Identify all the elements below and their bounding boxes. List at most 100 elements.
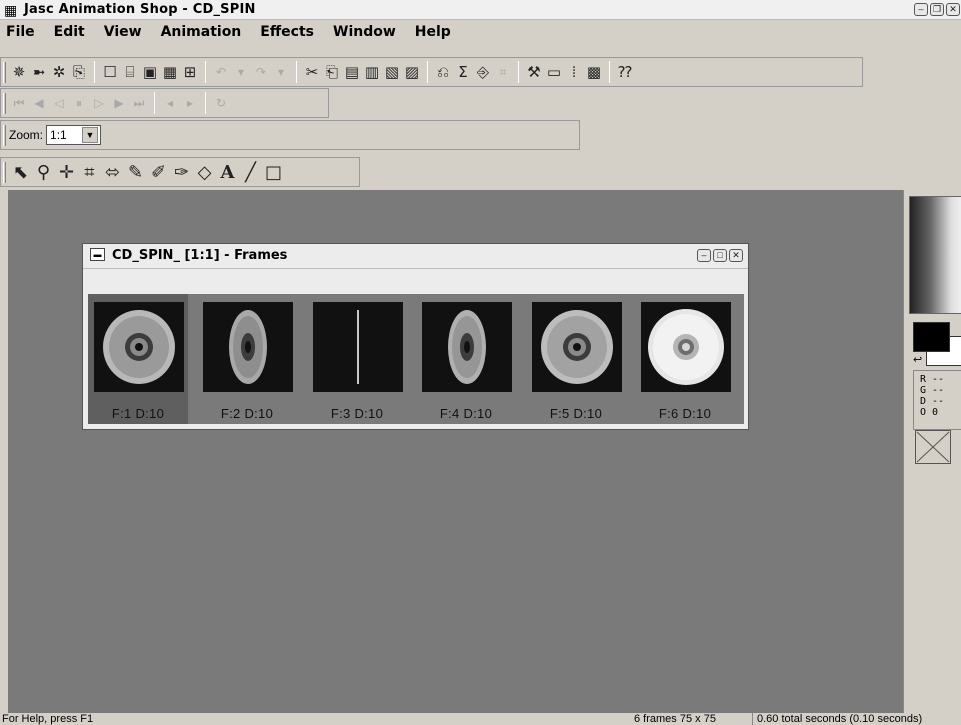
frame-label: F:5 D:10 xyxy=(549,406,603,421)
paste-before-icon[interactable]: ▧ xyxy=(382,61,402,83)
frame-bar-icon[interactable]: ▭ xyxy=(544,61,564,83)
context-help-icon[interactable]: ⁇ xyxy=(615,61,635,83)
toolbar-grip[interactable] xyxy=(3,125,6,146)
frame-6[interactable]: F:6 D:10 xyxy=(635,294,735,424)
frames-window-titlebar[interactable]: ▬ CD_SPIN_ [1:1] - Frames – □ ✕ xyxy=(83,244,748,269)
optimization-wizard-icon[interactable]: ✲ xyxy=(49,61,69,83)
save-icon[interactable]: ▣ xyxy=(140,61,160,83)
sigma-icon[interactable]: Σ xyxy=(453,61,473,83)
frames-window[interactable]: ▬ CD_SPIN_ [1:1] - Frames – □ ✕ F:1 D:10 xyxy=(82,243,749,430)
cd-disc-icon xyxy=(229,310,267,384)
browse-icon[interactable]: ⎘ xyxy=(69,61,89,83)
frame-3[interactable]: F:3 D:10 xyxy=(307,294,407,424)
toolbar-separator xyxy=(205,92,206,114)
frame-1[interactable]: F:1 D:10 xyxy=(88,294,188,424)
cd-disc-icon xyxy=(103,310,175,384)
loop-icon[interactable]: ↻ xyxy=(211,92,231,114)
frame-properties-icon[interactable]: ⎌ xyxy=(433,61,453,83)
last-frame-icon[interactable]: ⏭ xyxy=(129,92,149,114)
menu-view[interactable]: View xyxy=(104,24,142,40)
frame-4[interactable]: F:4 D:10 xyxy=(416,294,516,424)
frame-label: F:4 D:10 xyxy=(439,406,493,421)
play-backward-icon[interactable]: ◁ xyxy=(49,92,69,114)
save-frames-icon[interactable]: ▦ xyxy=(160,61,180,83)
previous-frame-icon[interactable]: ◀ xyxy=(29,92,49,114)
undo-icon[interactable]: ↶ xyxy=(211,61,231,83)
copy-icon[interactable]: ⎗ xyxy=(322,61,342,83)
paintbrush-tool-icon[interactable]: ✐ xyxy=(147,161,170,183)
insert-frames-icon[interactable]: ⎆ xyxy=(473,61,493,83)
pause-icon[interactable]: ⏸ xyxy=(69,92,89,114)
paste-new-icon[interactable]: ▥ xyxy=(362,61,382,83)
mover-tool-icon[interactable]: ✛ xyxy=(55,161,78,183)
tools-icon[interactable]: ⚒ xyxy=(524,61,544,83)
play-icon[interactable]: ▷ xyxy=(89,92,109,114)
rgb-line: D -- xyxy=(920,396,945,407)
no-color-swatch[interactable] xyxy=(915,430,951,464)
open-file-icon[interactable]: ⌸ xyxy=(120,61,140,83)
menu-window[interactable]: Window xyxy=(333,24,396,40)
frames-strip: F:1 D:10 F:2 D:10 F:3 D:10 F:4 D:10 F:5 … xyxy=(88,294,744,424)
document-icon[interactable]: ▬ xyxy=(90,248,105,261)
zoom-value: 1:1 xyxy=(50,128,67,142)
step-back-icon[interactable]: ◂ xyxy=(160,92,180,114)
frame-5[interactable]: F:5 D:10 xyxy=(526,294,626,424)
vcr-toolbar-icon[interactable]: ⦙ xyxy=(564,61,584,83)
eraser-tool-icon[interactable]: ✑ xyxy=(170,161,193,183)
minimize-button[interactable]: – xyxy=(697,249,711,262)
menu-bar: File Edit View Animation Effects Window … xyxy=(0,21,961,43)
crop-tool-icon[interactable]: ⌗ xyxy=(78,161,101,183)
redo-dropdown-icon[interactable]: ▾ xyxy=(271,61,291,83)
selection-tool-icon[interactable]: ⬄ xyxy=(101,161,124,183)
redo-icon[interactable]: ↷ xyxy=(251,61,271,83)
film-strip-icon[interactable]: ▩ xyxy=(584,61,604,83)
maximize-button[interactable]: □ xyxy=(713,249,727,262)
color-picker-preview[interactable] xyxy=(909,196,961,314)
swap-colors-icon[interactable]: ↩ xyxy=(913,353,922,366)
first-frame-icon[interactable]: ⏮ xyxy=(9,92,29,114)
undo-dropdown-icon[interactable]: ▾ xyxy=(231,61,251,83)
menu-edit[interactable]: Edit xyxy=(54,24,85,40)
zoom-tool-icon[interactable]: ⚲ xyxy=(32,161,55,183)
menu-file[interactable]: File xyxy=(6,24,35,40)
toolbar-grip[interactable] xyxy=(3,93,6,114)
restore-button[interactable]: ❐ xyxy=(930,3,944,16)
step-forward-icon[interactable]: ▸ xyxy=(180,92,200,114)
cut-icon[interactable]: ✂ xyxy=(302,61,322,83)
text-tool-icon[interactable]: A xyxy=(216,161,239,183)
menu-animation[interactable]: Animation xyxy=(161,24,242,40)
new-file-icon[interactable]: ☐ xyxy=(100,61,120,83)
disabled-tool-icon[interactable]: ⌗ xyxy=(493,61,513,83)
frame-thumbnail xyxy=(641,302,731,392)
frame-2[interactable]: F:2 D:10 xyxy=(197,294,297,424)
paste-after-icon[interactable]: ▨ xyxy=(402,61,422,83)
frame-thumbnail xyxy=(203,302,293,392)
frame-label: F:2 D:10 xyxy=(220,406,274,421)
paste-icon[interactable]: ▤ xyxy=(342,61,362,83)
frame-label: F:6 D:10 xyxy=(658,406,712,421)
status-bar: For Help, press F1 6 frames 75 x 75 0.60… xyxy=(0,713,961,725)
next-frame-icon[interactable]: ▶ xyxy=(109,92,129,114)
toolbar-grip[interactable] xyxy=(3,62,6,83)
chevron-down-icon[interactable]: ▼ xyxy=(82,127,99,143)
banner-wizard-icon[interactable]: ➼ xyxy=(29,61,49,83)
app-icon[interactable]: ▦ xyxy=(4,2,17,18)
close-button[interactable]: ✕ xyxy=(946,3,960,16)
toolbar-grip[interactable] xyxy=(3,162,6,183)
menu-effects[interactable]: Effects xyxy=(260,24,314,40)
foreground-color-swatch[interactable] xyxy=(913,322,950,352)
close-button[interactable]: ✕ xyxy=(729,249,743,262)
window-title: Jasc Animation Shop - CD_SPIN xyxy=(24,2,256,17)
menu-help[interactable]: Help xyxy=(415,24,451,40)
frame-thumbnail xyxy=(313,302,403,392)
line-tool-icon[interactable]: ╱ xyxy=(239,161,262,183)
minimize-button[interactable]: – xyxy=(914,3,928,16)
fill-tool-icon[interactable]: ◇ xyxy=(193,161,216,183)
dropper-tool-icon[interactable]: ✎ xyxy=(124,161,147,183)
status-frames-info: 6 frames 75 x 75 xyxy=(634,713,716,725)
animation-wizard-icon[interactable]: ✵ xyxy=(9,61,29,83)
arrow-tool-icon[interactable]: ⬉ xyxy=(9,161,32,183)
zoom-select[interactable]: 1:1 ▼ xyxy=(46,125,102,145)
preview-icon[interactable]: ⊞ xyxy=(180,61,200,83)
rectangle-tool-icon[interactable]: □ xyxy=(262,161,285,183)
